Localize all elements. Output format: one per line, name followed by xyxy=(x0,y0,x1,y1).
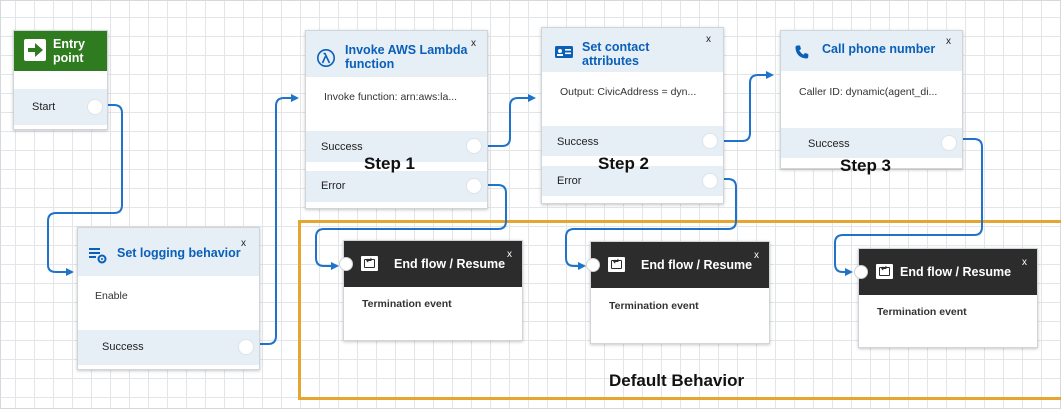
end-flow-desc: Termination event xyxy=(362,298,452,310)
set-logging-behavior-block[interactable]: Set logging behavior x Enable Success xyxy=(77,227,260,370)
set-contact-attributes-title-line2: attributes xyxy=(582,54,639,68)
lambda-success-label: Success xyxy=(321,141,363,153)
contact-success-label: Success xyxy=(557,136,599,148)
logging-success-port[interactable] xyxy=(238,339,254,355)
call-phone-number-close-icon[interactable]: x xyxy=(946,36,951,47)
invoke-lambda-close-icon[interactable]: x xyxy=(471,38,476,49)
end-flow-block-1[interactable]: ↵ End flow / Resume x Termination event xyxy=(339,240,523,341)
invoke-lambda-title-line1: Invoke AWS Lambda xyxy=(345,43,468,57)
set-logging-behavior-desc: Enable xyxy=(95,290,128,302)
invoke-lambda-desc: Invoke function: arn:aws:la... xyxy=(324,91,458,103)
set-contact-attributes-block[interactable]: Set contact attributes x Output: CivicAd… xyxy=(541,27,724,204)
logging-success-row: Success xyxy=(78,329,259,365)
lambda-success-port[interactable] xyxy=(466,138,482,154)
end-flow-block-3[interactable]: ↵ End flow / Resume x Termination event xyxy=(854,248,1038,348)
end-flow-block-2[interactable]: ↵ End flow / Resume x Termination event xyxy=(586,241,770,344)
phone-success-port[interactable] xyxy=(941,135,957,151)
lambda-error-port[interactable] xyxy=(466,178,482,194)
end-flow-icon: ↵ xyxy=(608,257,625,272)
phone-success-row: Success xyxy=(781,127,962,158)
phone-success-label: Success xyxy=(808,138,850,150)
contact-success-row: Success xyxy=(542,125,723,156)
contact-error-label: Error xyxy=(557,175,582,187)
entry-point-title-line1: Entry xyxy=(53,37,85,51)
set-contact-attributes-title-line1: Set contact xyxy=(582,40,650,54)
end-flow-input-port[interactable] xyxy=(339,257,353,271)
end-flow-desc: Termination event xyxy=(877,306,967,318)
default-behavior-label: Default Behavior xyxy=(609,371,745,390)
lambda-icon xyxy=(316,48,336,73)
start-row: Start xyxy=(14,88,107,125)
start-label: Start xyxy=(32,101,56,113)
end-flow-title: End flow / Resume xyxy=(900,265,1012,279)
step-1-label: Step 1 xyxy=(364,154,416,173)
contact-success-port[interactable] xyxy=(702,133,718,149)
wire-lambda-success-to-contact xyxy=(484,94,536,147)
invoke-lambda-title-line2: function xyxy=(345,57,395,71)
end-flow-input-port[interactable] xyxy=(854,265,868,279)
call-phone-number-desc: Caller ID: dynamic(agent_di... xyxy=(799,86,938,98)
end-flow-icon: ↵ xyxy=(361,256,378,271)
end-flow-close-icon[interactable]: x xyxy=(754,250,759,261)
contact-attributes-icon xyxy=(554,43,574,66)
end-flow-close-icon[interactable]: x xyxy=(1022,257,1027,268)
step-2-label: Step 2 xyxy=(598,154,650,173)
entry-point-title-line2: point xyxy=(53,51,84,65)
contact-error-port[interactable] xyxy=(702,173,718,189)
entry-point-block[interactable]: Entry point Start xyxy=(13,30,108,130)
wire-contact-success-to-phone xyxy=(718,71,774,142)
start-port[interactable] xyxy=(87,99,103,115)
end-flow-input-port[interactable] xyxy=(586,258,600,272)
set-logging-behavior-close-icon[interactable]: x xyxy=(241,238,246,249)
lambda-error-row: Error xyxy=(306,170,487,202)
end-flow-title: End flow / Resume xyxy=(641,258,753,272)
invoke-lambda-block[interactable]: Invoke AWS Lambda function x Invoke func… xyxy=(305,30,488,209)
lambda-error-label: Error xyxy=(321,180,346,192)
step-3-label: Step 3 xyxy=(840,156,892,175)
set-contact-attributes-close-icon[interactable]: x xyxy=(706,34,711,45)
set-contact-attributes-desc: Output: CivicAddress = dyn... xyxy=(560,86,697,98)
end-flow-close-icon[interactable]: x xyxy=(507,249,512,260)
set-logging-behavior-title: Set logging behavior xyxy=(117,246,241,260)
phone-icon xyxy=(794,44,810,65)
entry-arrow-icon xyxy=(24,39,46,61)
end-flow-title: End flow / Resume xyxy=(394,257,506,271)
call-phone-number-title: Call phone number xyxy=(822,42,936,56)
end-flow-icon: ↵ xyxy=(876,264,893,279)
logging-success-label: Success xyxy=(102,341,144,353)
call-phone-number-block[interactable]: Call phone number x Caller ID: dynamic(a… xyxy=(780,30,963,169)
end-flow-desc: Termination event xyxy=(609,300,699,312)
logging-icon xyxy=(88,245,107,264)
